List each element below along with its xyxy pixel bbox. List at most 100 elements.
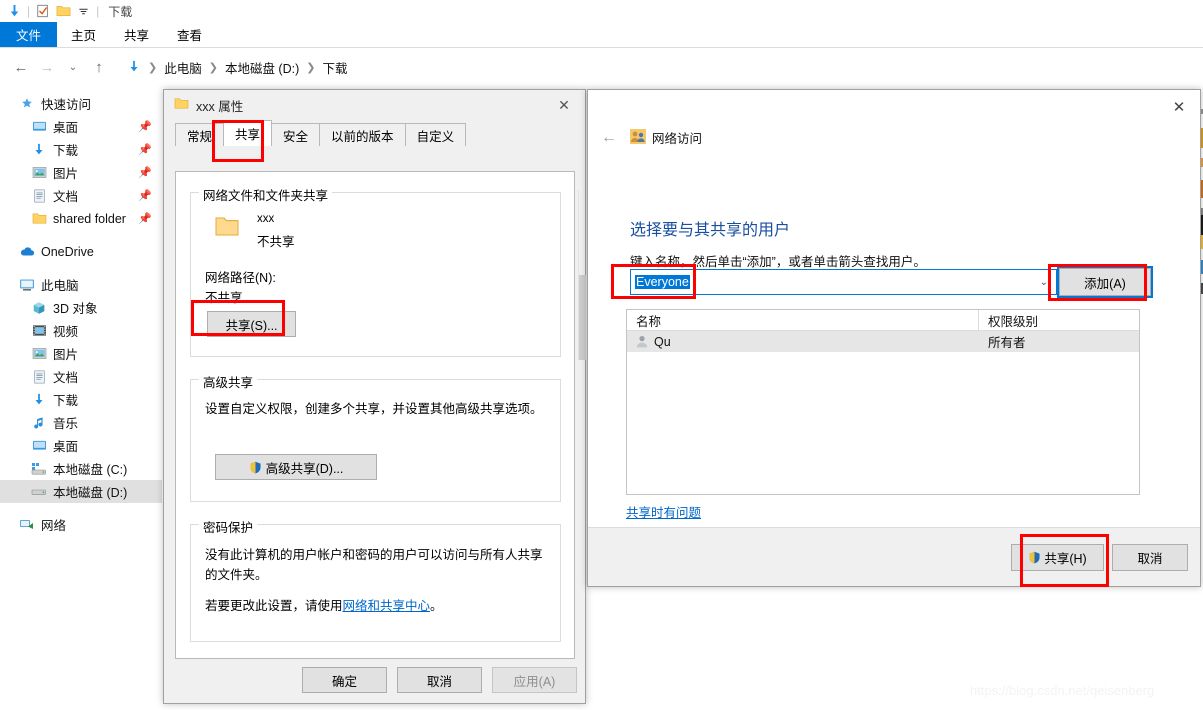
password-protection-legend: 密码保护 [199,517,258,536]
tab-general[interactable]: 常规 [175,123,225,146]
tab-security[interactable]: 安全 [271,123,321,146]
sidebar-item-desktop-pc[interactable]: 桌面 [0,434,162,457]
pictures-icon [30,165,48,181]
chevron-down-icon[interactable]: ⌄ [1040,277,1056,288]
ribbon-tabbar: 文件 主页 共享 查看 [0,22,1203,48]
cancel-button[interactable]: 取消 [397,667,482,693]
network-access-header-label: 网络访问 [652,132,703,146]
column-header-name[interactable]: 名称 [627,310,979,330]
chevron-down-icon[interactable] [73,1,93,21]
column-header-permission[interactable]: 权限级别 [979,310,1139,330]
ribbon-tab-view[interactable]: 查看 [163,22,216,47]
sharing-trouble-link[interactable]: 共享时有问题 [626,502,701,521]
breadcrumb[interactable]: ❯ 此电脑 ❯ 本地磁盘 (D:) ❯ 下载 [118,55,357,79]
music-note-icon [30,415,48,431]
breadcrumb-item-1[interactable]: 本地磁盘 (D:) [222,58,302,77]
sidebar-group-quick-access[interactable]: 快速访问 [0,92,162,115]
share-button[interactable]: 共享(S)... [207,311,296,337]
downloads-arrow-icon[interactable] [4,1,24,21]
pin-icon[interactable]: 📌 [138,120,152,133]
back-arrow-icon[interactable]: ← [598,128,620,148]
sidebar-item-this-pc[interactable]: 此电脑 [0,273,162,296]
network-cancel-button[interactable]: 取消 [1112,544,1188,571]
navigation-sidebar[interactable]: 快速访问 桌面 📌 下载 📌 图片 📌 文档 📌 shared folder 📌… [0,92,162,632]
sharing-tab-panel: 网络文件和文件夹共享 xxx 不共享 网络路径(N): 不共享 共享(S)...… [175,171,575,659]
address-bar: ← → ⌄ ↑ ❯ 此电脑 ❯ 本地磁盘 (D:) ❯ 下载 [0,48,1203,86]
sidebar-item-label: 文档 [53,190,79,204]
network-access-subtext: 键入名称，然后单击“添加”，或者单击箭头查找用户。 [630,255,926,269]
sidebar-item-label: 本地磁盘 (D:) [53,486,128,500]
password-protection-suffix: 。 [430,599,443,613]
breadcrumb-separator: ❯ [306,61,316,74]
network-sharing-fieldset: 网络文件和文件夹共享 xxx 不共享 网络路径(N): 不共享 共享(S)... [190,185,561,357]
tab-sharing[interactable]: 共享 [223,120,273,146]
pin-icon[interactable]: 📌 [138,143,152,156]
sidebar-item-pictures[interactable]: 图片 📌 [0,161,162,184]
share-confirm-button[interactable]: 共享(H) [1011,544,1104,571]
user-name-combobox[interactable]: Everyone ⌄ [630,269,1057,295]
sidebar-item-documents-pc[interactable]: 文档 [0,365,162,388]
breadcrumb-separator: ❯ [148,61,158,74]
sidebar-item-label: 图片 [53,348,79,362]
ribbon-tab-share[interactable]: 共享 [110,22,163,47]
properties-checkmark-icon[interactable] [33,1,53,21]
network-path-label: 网络路径(N): [205,271,276,285]
breadcrumb-item-0[interactable]: 此电脑 [161,58,205,77]
downloads-arrow-icon [30,392,48,408]
3d-objects-icon [30,300,48,316]
table-row[interactable]: Qu 所有者 [627,331,1139,352]
scrollbar-thumb[interactable] [579,275,586,360]
network-access-footer: 共享(H) 取消 [588,527,1200,586]
up-arrow-icon[interactable]: ↑ [86,54,112,80]
shared-users-table: 名称 权限级别 Qu 所有者 [626,309,1140,495]
pin-icon[interactable]: 📌 [138,166,152,179]
sidebar-item-documents[interactable]: 文档 📌 [0,184,162,207]
sidebar-item-shared-folder[interactable]: shared folder 📌 [0,207,162,230]
sidebar-item-local-disk-c[interactable]: 本地磁盘 (C:) [0,457,162,480]
new-folder-icon[interactable] [53,1,73,21]
sidebar-item-network[interactable]: 网络 [0,513,162,536]
sidebar-item-onedrive[interactable]: OneDrive [0,240,162,263]
network-sharing-center-link[interactable]: 网络和共享中心 [343,599,431,613]
advanced-sharing-button[interactable]: 高级共享(D)... [215,454,377,480]
close-icon[interactable]: ✕ [549,92,579,118]
ribbon-tab-home[interactable]: 主页 [57,22,110,47]
this-pc-icon [18,277,36,293]
sidebar-item-downloads-pc[interactable]: 下载 [0,388,162,411]
network-users-icon [630,128,646,147]
ribbon-tab-file[interactable]: 文件 [0,22,58,47]
recent-locations-chevron-down-icon[interactable]: ⌄ [60,54,86,80]
advanced-sharing-fieldset: 高级共享 设置自定义权限，创建多个共享，并设置其他高级共享选项。 高级共享(D)… [190,372,561,502]
sidebar-item-desktop[interactable]: 桌面 📌 [0,115,162,138]
ok-button[interactable]: 确定 [302,667,387,693]
sidebar-item-3d-objects[interactable]: 3D 对象 [0,296,162,319]
tab-previous-versions[interactable]: 以前的版本 [319,123,406,146]
window-title: 下载 [108,4,133,19]
forward-arrow-icon[interactable]: → [34,54,60,80]
sidebar-item-downloads[interactable]: 下载 📌 [0,138,162,161]
sidebar-item-videos[interactable]: 视频 [0,319,162,342]
table-header-row: 名称 权限级别 [627,310,1139,331]
sidebar-item-local-disk-d[interactable]: 本地磁盘 (D:) [0,480,162,503]
sidebar-item-pictures-pc[interactable]: 图片 [0,342,162,365]
close-icon[interactable]: ✕ [1162,94,1196,120]
pin-icon[interactable]: 📌 [138,189,152,202]
pin-icon[interactable]: 📌 [138,212,152,225]
share-confirm-button-label: 共享(H) [1044,552,1087,566]
explorer-scrollbar[interactable] [578,190,586,360]
breadcrumb-item-2[interactable]: 下载 [319,58,350,77]
sidebar-item-label: 视频 [53,325,79,339]
sidebar-item-label: 下载 [53,394,79,408]
tab-customize[interactable]: 自定义 [404,123,467,146]
advanced-sharing-legend: 高级共享 [199,372,258,391]
add-user-button[interactable]: 添加(A) [1057,266,1153,298]
shared-folder-state: 不共享 [257,235,295,249]
sidebar-group-label: 快速访问 [41,98,92,112]
sidebar-item-music[interactable]: 音乐 [0,411,162,434]
breadcrumb-downloads-arrow-icon [124,57,144,77]
folder-icon [214,215,240,241]
network-sharing-legend: 网络文件和文件夹共享 [199,185,333,204]
back-arrow-icon[interactable]: ← [8,54,34,80]
